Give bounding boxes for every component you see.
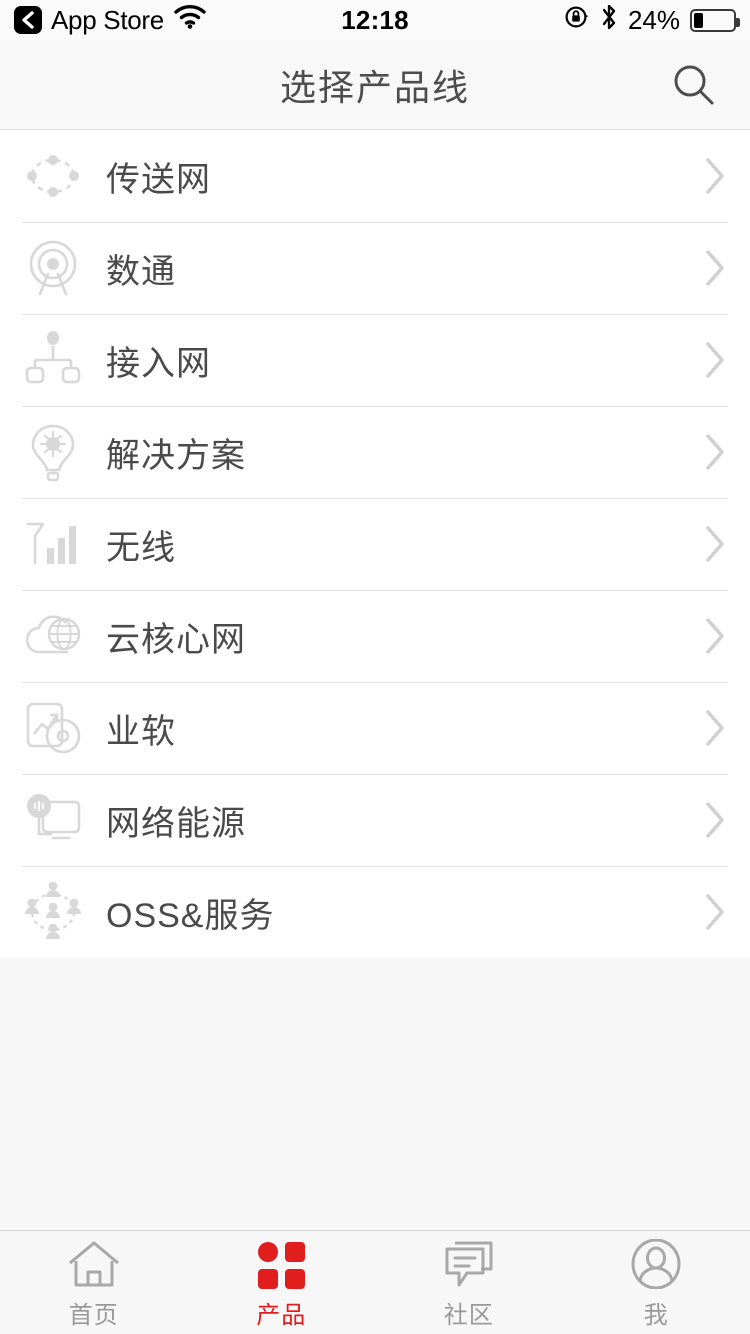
list-item[interactable]: 接入网 bbox=[0, 314, 750, 406]
transport-network-icon bbox=[22, 145, 84, 207]
people-network-icon bbox=[22, 881, 84, 943]
list-item-label: 无线 bbox=[106, 528, 176, 567]
search-icon[interactable] bbox=[666, 57, 722, 113]
chevron-right-icon[interactable] bbox=[702, 155, 728, 197]
home-icon bbox=[66, 1241, 122, 1289]
chevron-right-icon[interactable] bbox=[702, 431, 728, 473]
status-bar-right: 24% bbox=[564, 3, 740, 38]
list-item[interactable]: 传送网 bbox=[0, 130, 750, 222]
chevron-right-icon[interactable] bbox=[702, 799, 728, 841]
list-item[interactable]: 云核心网 bbox=[0, 590, 750, 682]
app-screen: App Store 12:18 24% 选择产品线 传送网 数通 接入网 解决方… bbox=[0, 0, 750, 1334]
status-bar: App Store 12:18 24% bbox=[0, 0, 750, 40]
power-monitor-icon bbox=[22, 789, 84, 851]
list-item[interactable]: 数通 bbox=[0, 222, 750, 314]
list-item-label: 解决方案 bbox=[106, 436, 246, 475]
access-network-icon bbox=[22, 329, 84, 391]
tab-label: 我 bbox=[643, 1302, 669, 1329]
list-item-label: 业软 bbox=[106, 712, 176, 751]
tab-3[interactable]: 社区 bbox=[375, 1231, 563, 1334]
lightbulb-icon bbox=[22, 421, 84, 483]
list-item-label: 云核心网 bbox=[106, 620, 246, 659]
chevron-right-icon[interactable] bbox=[702, 891, 728, 933]
bottom-tab-bar: 首页 产品 社区 我 bbox=[0, 1230, 750, 1334]
chart-disc-icon bbox=[22, 697, 84, 759]
signal-bars-icon bbox=[22, 513, 84, 575]
tab-1[interactable]: 首页 bbox=[0, 1231, 188, 1334]
product-line-list: 传送网 数通 接入网 解决方案 无线 云核心网 业软 网络能源 OSS&服务 bbox=[0, 130, 750, 958]
grid-icon bbox=[257, 1241, 305, 1289]
bluetooth-icon bbox=[600, 3, 618, 38]
chat-icon bbox=[441, 1241, 497, 1289]
list-item[interactable]: 解决方案 bbox=[0, 406, 750, 498]
chevron-right-icon[interactable] bbox=[702, 339, 728, 381]
tab-label: 社区 bbox=[443, 1302, 494, 1329]
chevron-right-icon[interactable] bbox=[702, 707, 728, 749]
list-item-label: 传送网 bbox=[106, 160, 211, 199]
chevron-right-icon[interactable] bbox=[702, 523, 728, 565]
list-item[interactable]: 业软 bbox=[0, 682, 750, 774]
tab-4[interactable]: 我 bbox=[563, 1231, 750, 1334]
page-header: 选择产品线 bbox=[0, 40, 750, 130]
battery-icon bbox=[690, 8, 740, 32]
list-item-label: 网络能源 bbox=[106, 804, 246, 843]
tab-label: 首页 bbox=[68, 1302, 119, 1329]
list-item-label: 接入网 bbox=[106, 344, 211, 383]
page-title: 选择产品线 bbox=[279, 66, 470, 108]
list-item-label: 数通 bbox=[106, 252, 176, 291]
chevron-right-icon[interactable] bbox=[702, 247, 728, 289]
empty-space bbox=[0, 958, 750, 1230]
battery-percent-label: 24% bbox=[627, 4, 680, 35]
wifi-icon bbox=[173, 4, 207, 37]
list-item[interactable]: 无线 bbox=[0, 498, 750, 590]
tab-label: 产品 bbox=[256, 1302, 307, 1329]
status-bar-left[interactable]: App Store bbox=[14, 4, 207, 37]
chevron-right-icon[interactable] bbox=[702, 615, 728, 657]
cloud-globe-icon bbox=[22, 605, 84, 667]
datacom-antenna-icon bbox=[22, 237, 84, 299]
person-icon bbox=[630, 1239, 682, 1289]
status-bar-app-name[interactable]: App Store bbox=[51, 5, 164, 36]
tab-2[interactable]: 产品 bbox=[188, 1231, 376, 1334]
back-chevron-icon[interactable] bbox=[14, 6, 42, 34]
list-item[interactable]: 网络能源 bbox=[0, 774, 750, 866]
rotation-lock-icon bbox=[564, 4, 590, 37]
list-item-label: OSS&服务 bbox=[106, 896, 275, 935]
list-item[interactable]: OSS&服务 bbox=[0, 866, 750, 958]
